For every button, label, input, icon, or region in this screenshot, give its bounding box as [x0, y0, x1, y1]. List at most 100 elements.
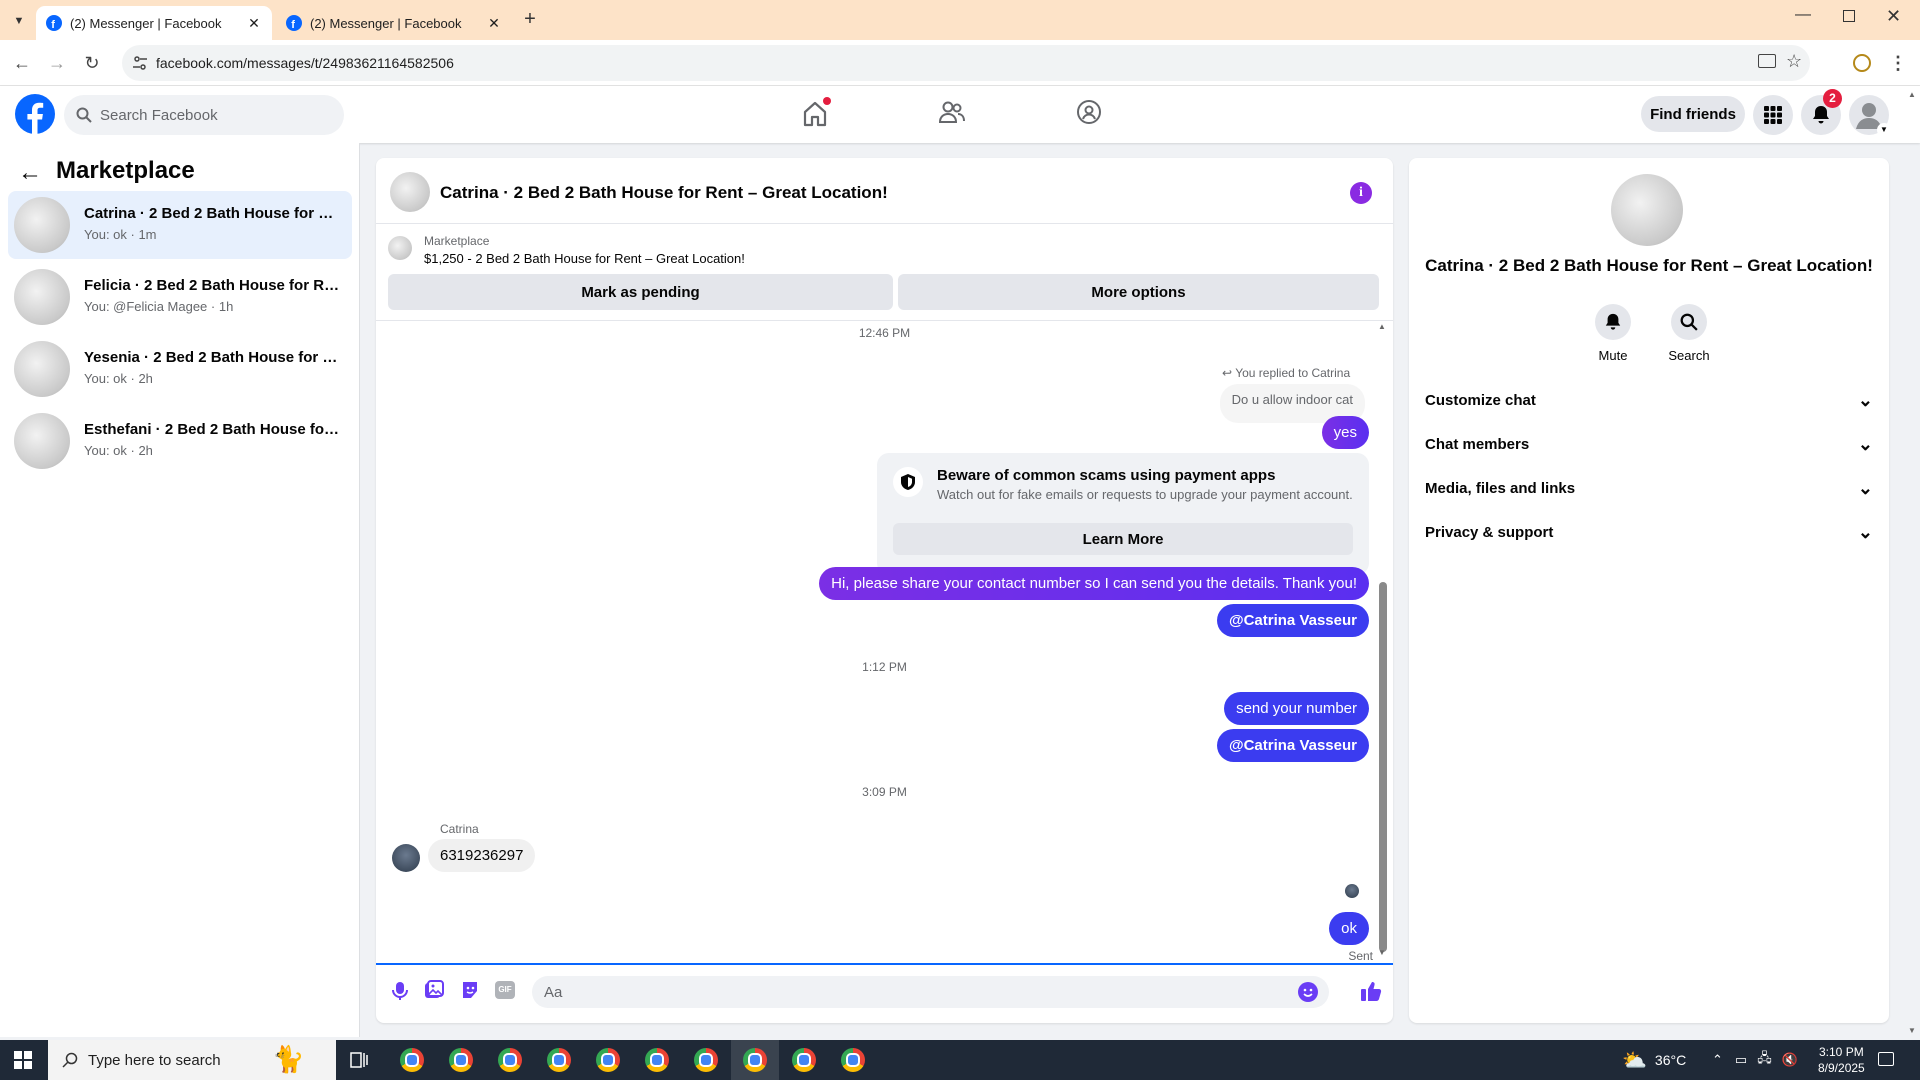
conversation-subtitle: You: ok · 1m	[84, 227, 157, 242]
mention-bubble[interactable]: @Catrina Vasseur	[1216, 729, 1369, 762]
mute-button[interactable]: Mute	[1593, 304, 1633, 363]
chrome-taskbar-icon[interactable]	[449, 1048, 473, 1072]
chrome-taskbar-icon[interactable]	[841, 1048, 865, 1072]
friends-nav-button[interactable]	[938, 98, 966, 126]
listing-thumbnail	[14, 341, 70, 397]
photo-icon[interactable]	[424, 980, 444, 1000]
weather-widget[interactable]: ⛅ 36°C	[1622, 1040, 1686, 1080]
new-tab-button[interactable]: +	[520, 8, 540, 32]
windows-start-icon[interactable]	[14, 1051, 32, 1069]
conversation-details-panel: Catrina · 2 Bed 2 Bath House for Rent – …	[1409, 158, 1889, 1023]
task-view-icon[interactable]	[350, 1051, 368, 1069]
network-icon[interactable]: 🖧	[1757, 1049, 1772, 1071]
system-tray-icons[interactable]: ⌃ ▭ 🖧 🔇	[1712, 1040, 1798, 1080]
microphone-icon[interactable]	[391, 981, 409, 1001]
more-options-button[interactable]: More options	[898, 274, 1379, 310]
page-scroll-up-arrow[interactable]: ▲	[1908, 90, 1916, 99]
chat-title[interactable]: Catrina · 2 Bed 2 Bath House for Rent – …	[440, 183, 888, 203]
search-conversation-button[interactable]: Search	[1663, 304, 1715, 363]
mark-pending-button[interactable]: Mark as pending	[388, 274, 893, 310]
message-bubble-outgoing[interactable]: ok	[1329, 912, 1369, 945]
chrome-taskbar-icon[interactable]	[596, 1048, 620, 1072]
clock[interactable]: 3:10 PM 8/9/2025	[1818, 1040, 1865, 1080]
learn-more-button[interactable]: Learn More	[893, 523, 1353, 555]
tab-list-chevron-icon[interactable]: ▼	[10, 12, 28, 30]
address-bar[interactable]: facebook.com/messages/t/2498362116458250…	[122, 45, 1810, 81]
meet-now-icon[interactable]: ▭	[1735, 1052, 1747, 1068]
thumbs-up-icon[interactable]	[1360, 980, 1382, 1002]
tab-messenger-active[interactable]: f (2) Messenger | Facebook ✕	[36, 6, 272, 40]
chrome-taskbar-icon[interactable]	[645, 1048, 669, 1072]
url-text: facebook.com/messages/t/2498362116458250…	[156, 55, 454, 71]
chrome-taskbar-icon[interactable]	[743, 1048, 767, 1072]
minimize-button[interactable]: —	[1795, 6, 1811, 24]
browser-menu-icon[interactable]: ⋮	[1886, 51, 1910, 75]
chrome-taskbar-icon[interactable]	[694, 1048, 718, 1072]
install-app-icon[interactable]	[1758, 54, 1776, 68]
gif-icon[interactable]: GIF	[495, 981, 515, 999]
bookmark-star-icon[interactable]: ☆	[1786, 51, 1802, 72]
message-bubble-outgoing[interactable]: yes	[1321, 416, 1369, 449]
conversation-item[interactable]: Catrina · 2 Bed 2 Bath House for Rent – …	[8, 191, 352, 259]
search-icon	[62, 1052, 78, 1068]
conversation-item[interactable]: Yesenia · 2 Bed 2 Bath House for Rent – …	[8, 335, 352, 403]
forward-arrow-icon[interactable]: →	[45, 51, 69, 75]
scroll-down-arrow[interactable]: ▼	[1378, 948, 1386, 957]
show-hidden-icons-chevron-icon[interactable]: ⌃	[1712, 1052, 1723, 1068]
accordion-media-files-links[interactable]: Media, files and links ⌄	[1425, 470, 1873, 506]
conversation-info-button[interactable]: i	[1350, 182, 1372, 204]
tab-label: (2) Messenger | Facebook	[70, 15, 222, 31]
facebook-logo-icon[interactable]	[15, 94, 55, 134]
emoji-icon[interactable]	[1298, 982, 1318, 1002]
chevron-down-icon: ⌄	[1857, 433, 1873, 454]
reload-icon[interactable]: ↻	[80, 51, 104, 75]
accordion-chat-members[interactable]: Chat members ⌄	[1425, 426, 1873, 462]
page-scroll-down-arrow[interactable]: ▼	[1908, 1026, 1916, 1035]
close-tab-icon[interactable]: ✕	[486, 15, 502, 31]
close-tab-icon[interactable]: ✕	[246, 15, 262, 31]
details-thumbnail[interactable]	[1611, 174, 1683, 246]
taskbar-search-input[interactable]: Type here to search 🐈	[48, 1040, 336, 1080]
facebook-search-input[interactable]: Search Facebook	[64, 95, 344, 135]
profile-icon[interactable]	[1850, 51, 1874, 75]
accordion-privacy-support[interactable]: Privacy & support ⌄	[1425, 514, 1873, 550]
back-arrow-icon[interactable]: ←	[10, 51, 34, 75]
restore-button[interactable]	[1843, 10, 1855, 22]
notifications-button[interactable]: 2	[1801, 89, 1842, 135]
tab-messenger[interactable]: f (2) Messenger | Facebook ✕	[276, 6, 512, 40]
volume-muted-icon[interactable]: 🔇	[1782, 1052, 1798, 1068]
accordion-label: Media, files and links	[1425, 479, 1576, 497]
windows-taskbar: Type here to search 🐈 ⛅ 36°C ⌃ ▭ 🖧 🔇 3:1…	[0, 1040, 1920, 1080]
chrome-taskbar-icon[interactable]	[498, 1048, 522, 1072]
listing-thumbnail[interactable]	[388, 236, 412, 260]
search-label: Search	[1668, 348, 1710, 363]
sticker-icon[interactable]	[460, 980, 480, 1000]
find-friends-button[interactable]: Find friends	[1641, 96, 1745, 132]
site-info-icon[interactable]	[132, 55, 148, 71]
menu-grid-button[interactable]	[1753, 95, 1793, 135]
chrome-taskbar-icon[interactable]	[547, 1048, 571, 1072]
chrome-taskbar-icon[interactable]	[792, 1048, 816, 1072]
groups-nav-button[interactable]	[1075, 98, 1103, 126]
conversation-item[interactable]: Felicia · 2 Bed 2 Bath House for Rent – …	[8, 263, 352, 331]
chrome-taskbar-icon[interactable]	[400, 1048, 424, 1072]
back-arrow-icon[interactable]: ←	[18, 159, 42, 187]
home-nav-button[interactable]	[795, 96, 835, 132]
scroll-up-arrow[interactable]: ▲	[1378, 322, 1386, 331]
message-bubble-incoming[interactable]: 6319236297	[428, 839, 536, 872]
notifications-center-icon[interactable]	[1878, 1052, 1894, 1066]
scrollbar-thumb[interactable]	[1379, 582, 1387, 952]
mention-bubble[interactable]: @Catrina Vasseur	[1216, 604, 1369, 637]
close-window-button[interactable]: ✕	[1886, 6, 1901, 27]
reply-arrow-icon: ↩	[1222, 366, 1233, 380]
chat-thumbnail[interactable]	[390, 172, 430, 212]
message-bubble-outgoing[interactable]: Hi, please share your contact number so …	[819, 567, 1369, 600]
message-bubble-outgoing[interactable]: send your number	[1224, 692, 1369, 725]
sender-avatar[interactable]	[392, 844, 420, 872]
message-input[interactable]: Aa	[532, 976, 1329, 1008]
sidebar-title: Marketplace	[56, 157, 195, 184]
accordion-customize-chat[interactable]: Customize chat ⌄	[1425, 382, 1873, 418]
conversation-item[interactable]: Esthefani · 2 Bed 2 Bath House for Rent …	[8, 407, 352, 475]
account-avatar-button[interactable]: ▼	[1849, 95, 1891, 137]
listing-text[interactable]: $1,250 - 2 Bed 2 Bath House for Rent – G…	[424, 251, 745, 266]
